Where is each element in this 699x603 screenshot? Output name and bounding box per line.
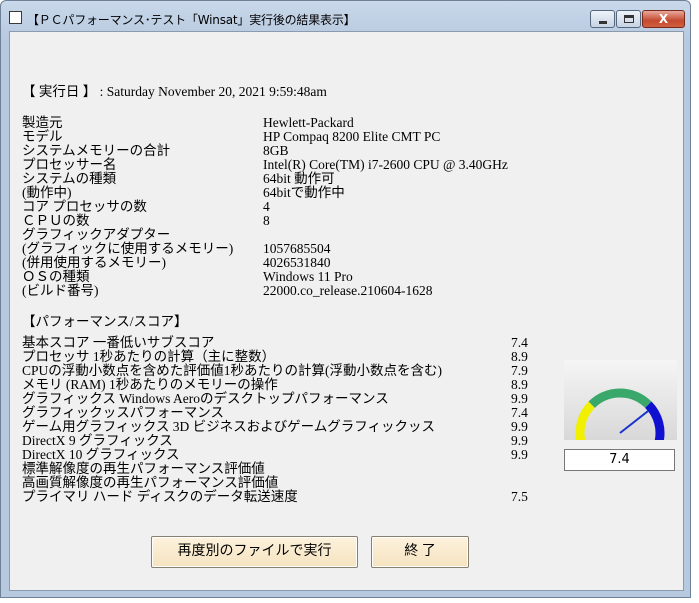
run-date: 【 実行日 】 : Saturday November 20, 2021 9:5… <box>22 84 327 99</box>
performance-row-label: メモリ (RAM) 1秒あたりのメモリーの操作 <box>22 377 278 392</box>
system-info-label: ＣＰＵの数 <box>22 213 90 228</box>
performance-row-score: 9.9 <box>511 433 528 448</box>
performance-row-score: 9.9 <box>511 391 528 406</box>
maximize-button[interactable] <box>616 10 641 28</box>
system-info-value: 1057685504 <box>263 241 331 256</box>
maximize-icon <box>624 15 634 23</box>
performance-row-label: グラフィックス Windows Aeroのデスクトップパフォーマンス <box>22 391 389 406</box>
system-info-label: 製造元 <box>22 115 63 130</box>
performance-row-score: 7.4 <box>511 335 528 350</box>
system-info-value: 22000.co_release.210604-1628 <box>263 283 433 298</box>
performance-heading: 【パフォーマンス/スコア】 <box>22 314 188 329</box>
result-panel: 【 実行日 】 : Saturday November 20, 2021 9:5… <box>9 31 684 591</box>
close-icon: X <box>658 12 669 26</box>
performance-row-label: 標準解像度の再生パフォーマンス評価値 <box>22 461 265 476</box>
performance-row-label: DirectX 10 グラフィックス <box>22 447 180 462</box>
system-info-label: システムの種類 <box>22 171 117 186</box>
system-info-label: プロセッサー名 <box>22 157 117 172</box>
system-info-label: (グラフィックに使用するメモリー) <box>22 241 234 256</box>
minimize-icon <box>599 21 607 24</box>
performance-row-label: CPUの浮動小数点を含めた評価値1秒あたりの計算(浮動小数点を含む) <box>22 363 443 378</box>
performance-row-label: プライマリ ハード ディスクのデータ転送速度 <box>22 489 298 504</box>
system-info-value: 64bit 動作可 <box>263 171 335 186</box>
performance-row-label: ゲーム用グラフィックス 3D ビジネスおよびゲームグラフィックッス <box>22 419 435 434</box>
performance-row-score: 7.5 <box>511 489 528 504</box>
close-button[interactable]: X <box>642 10 685 28</box>
performance-row-score: 7.4 <box>511 405 528 420</box>
gauge-value: 7.4 <box>564 449 675 471</box>
system-info-label: グラフィックアダプター <box>22 227 171 242</box>
system-info-label: (併用使用するメモリー) <box>22 255 166 270</box>
performance-row-label: DirectX 9 グラフィックス <box>22 433 173 448</box>
title-bar[interactable]: 【ＰＣパフォーマンス･テスト「Winsat」実行後の結果表示】 X <box>1 1 690 31</box>
performance-row-label: グラフィックッスパフォーマンス <box>22 405 224 420</box>
minimize-button[interactable] <box>590 10 615 28</box>
system-info-value: Hewlett-Packard <box>263 115 354 130</box>
performance-row-label: 高画質解像度の再生パフォーマンス評価値 <box>22 475 279 490</box>
system-info-value: 8GB <box>263 143 289 158</box>
performance-row-label: プロセッサ 1秒あたりの計算（主に整数） <box>22 349 276 364</box>
performance-row-score: 8.9 <box>511 377 528 392</box>
window-controls: X <box>589 10 685 28</box>
system-info-value: 8 <box>263 213 270 228</box>
system-info-value: 4026531840 <box>263 255 331 270</box>
system-info-label: システムメモリーの合計 <box>22 143 171 158</box>
window-title: 【ＰＣパフォーマンス･テスト「Winsat」実行後の結果表示】 <box>27 13 356 27</box>
system-info-value: Windows 11 Pro <box>263 269 353 284</box>
system-info-label: (ビルド番号) <box>22 283 99 298</box>
performance-row-score: 9.9 <box>511 419 528 434</box>
performance-row-score: 9.9 <box>511 447 528 462</box>
performance-row-score: 7.9 <box>511 363 528 378</box>
system-info-label: コア プロセッサの数 <box>22 199 147 214</box>
performance-row-score: 8.9 <box>511 349 528 364</box>
system-info-value: 64bitで動作中 <box>263 185 345 200</box>
system-info-label: モデル <box>22 129 63 144</box>
performance-row-label: 基本スコア 一番低いサブスコア <box>22 335 215 350</box>
system-info-value: 4 <box>263 199 270 214</box>
system-info-label: (動作中) <box>22 185 72 200</box>
exit-button[interactable]: 終 了 <box>371 536 469 568</box>
window-icon[interactable] <box>9 11 22 24</box>
system-info-label: ＯＳの種類 <box>22 269 90 284</box>
score-gauge <box>564 360 677 440</box>
app-window: 【ＰＣパフォーマンス･テスト「Winsat」実行後の結果表示】 X 【 実行日 … <box>0 0 691 598</box>
system-info-value: HP Compaq 8200 Elite CMT PC <box>263 129 441 144</box>
system-info-value: Intel(R) Core(TM) i7-2600 CPU @ 3.40GHz <box>263 157 508 172</box>
run-other-file-button[interactable]: 再度別のファイルで実行 <box>151 536 358 568</box>
